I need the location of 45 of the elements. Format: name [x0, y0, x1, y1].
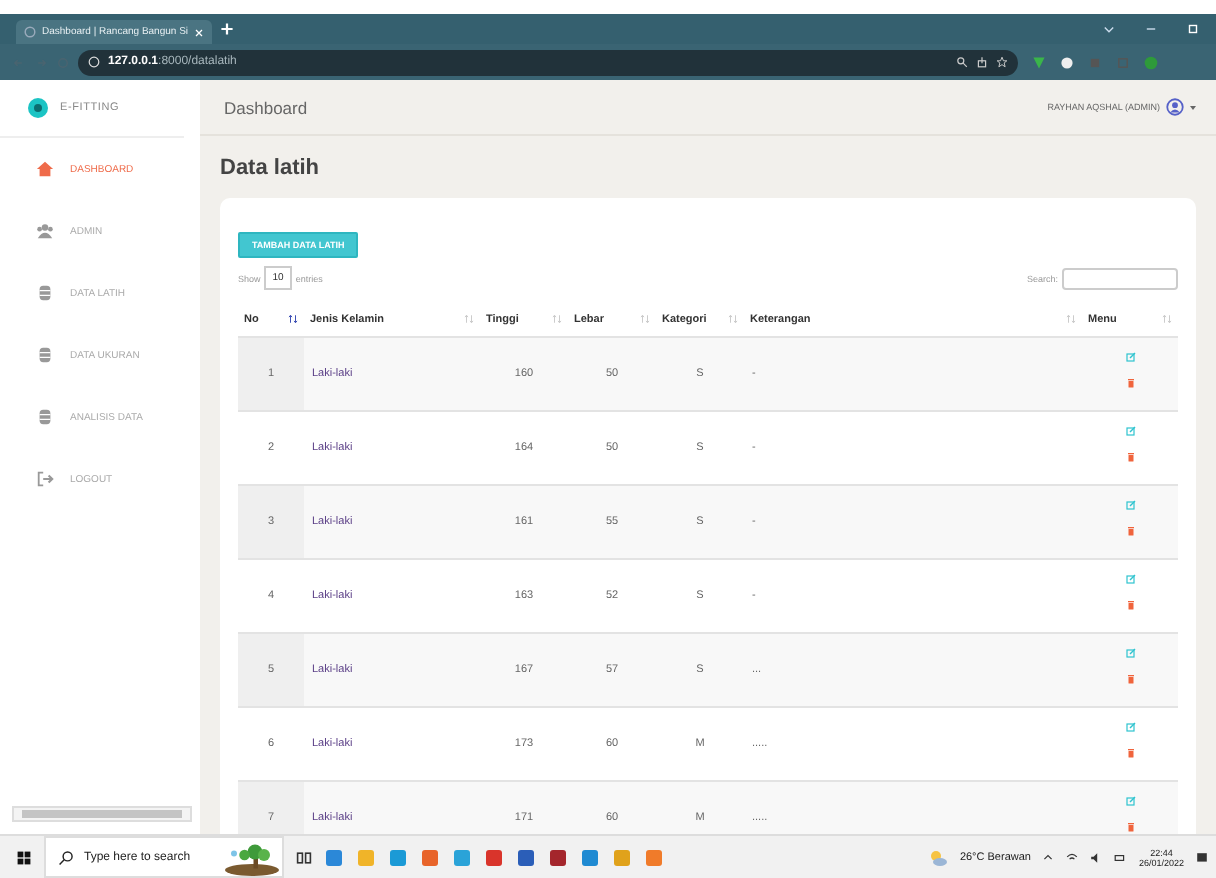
restore-icon[interactable] [1186, 22, 1200, 36]
sort-icon[interactable] [288, 314, 298, 324]
share-icon[interactable] [976, 56, 988, 68]
header-title: Dashboard [224, 97, 308, 117]
trash-icon[interactable] [1125, 452, 1135, 462]
database-icon [36, 408, 54, 426]
trash-icon[interactable] [1125, 600, 1135, 610]
trash-icon[interactable] [1125, 674, 1135, 684]
task-view-icon[interactable] [296, 849, 312, 865]
home-icon [36, 160, 54, 178]
windows-start-icon[interactable] [16, 849, 32, 865]
new-tab-icon[interactable] [220, 22, 234, 36]
trash-icon[interactable] [1125, 378, 1135, 388]
network-icon[interactable] [1066, 851, 1079, 863]
edit-icon[interactable] [1125, 426, 1135, 436]
trash-icon[interactable] [1125, 822, 1135, 832]
profile-icon[interactable] [1144, 55, 1158, 69]
battery-icon[interactable] [1114, 851, 1127, 863]
chevron-up-icon[interactable] [1042, 851, 1055, 863]
close-icon[interactable] [194, 27, 204, 37]
logout-icon [36, 470, 54, 488]
trash-icon[interactable] [1125, 526, 1135, 536]
zoom-icon[interactable] [956, 56, 968, 68]
edit-icon[interactable] [1125, 500, 1135, 510]
database-icon [36, 346, 54, 364]
avatar-icon[interactable] [1166, 98, 1184, 116]
star-icon[interactable] [996, 56, 1008, 68]
search-icon [58, 849, 74, 865]
logo-icon [28, 98, 48, 118]
edit-icon[interactable] [1125, 796, 1135, 806]
scrollbar[interactable] [12, 806, 192, 822]
users-icon [36, 222, 54, 240]
trash-icon[interactable] [1125, 748, 1135, 758]
chevron-down-icon[interactable] [1102, 22, 1116, 36]
caret-icon[interactable] [1190, 105, 1196, 109]
page-title: Data latih [220, 156, 322, 180]
edit-icon[interactable] [1125, 648, 1135, 658]
weather-icon [927, 847, 948, 867]
search-field[interactable] [1062, 267, 1178, 289]
speaker-icon[interactable] [1090, 851, 1103, 863]
database-icon [36, 284, 54, 302]
edit-icon[interactable] [1125, 722, 1135, 732]
edit-icon[interactable] [1125, 574, 1135, 584]
minimize-icon[interactable] [1144, 22, 1158, 36]
edit-icon[interactable] [1125, 352, 1135, 362]
